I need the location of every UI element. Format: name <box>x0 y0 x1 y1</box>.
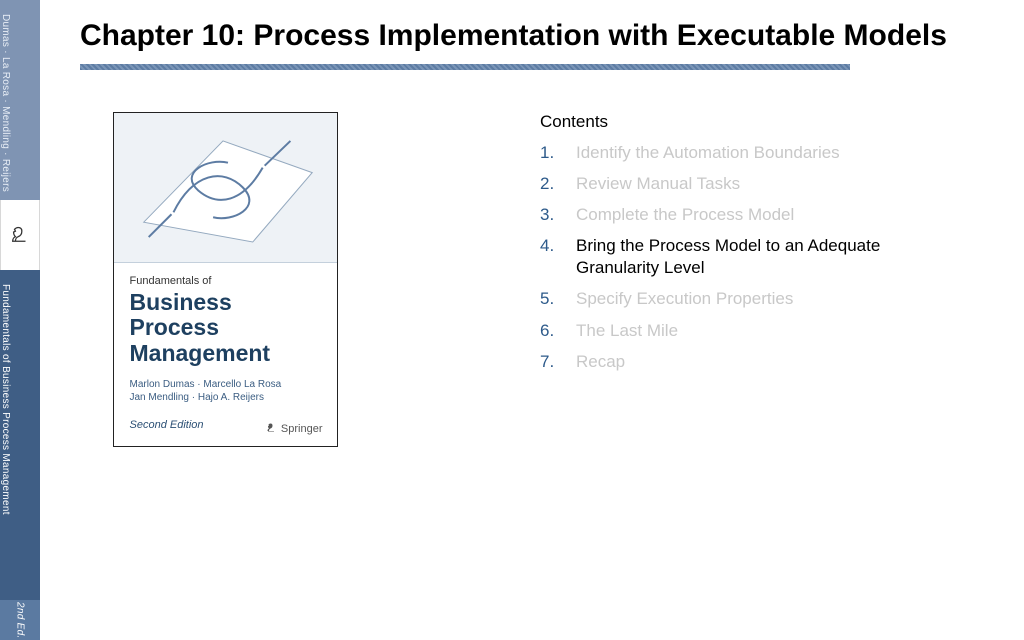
toc-item-label: The Last Mile <box>576 320 678 342</box>
toc-item-number: 5. <box>540 288 558 310</box>
cover-supertitle: Fundamentals of <box>130 275 321 287</box>
spine-title: Fundamentals of Business Process Managem… <box>0 284 11 515</box>
spine-edition-segment: 2nd Ed. <box>0 600 40 640</box>
cover-column: Fundamentals of Business Process Managem… <box>80 112 370 447</box>
publisher-label: Springer <box>281 423 323 435</box>
toc-item: 2. Review Manual Tasks <box>540 173 984 195</box>
toc-item-number: 2. <box>540 173 558 195</box>
knight-icon <box>9 222 31 249</box>
spine-title-segment: Fundamentals of Business Process Managem… <box>0 270 40 600</box>
toc-item-number: 6. <box>540 320 558 342</box>
cover-art <box>114 113 337 263</box>
title-underline <box>80 64 850 70</box>
slide-page: Dumas · La Rosa · Mendling · Reijers Fun… <box>0 0 1024 640</box>
toc-item-label: Bring the Process Model to an Adequate G… <box>576 235 936 279</box>
toc-item-label: Specify Execution Properties <box>576 288 793 310</box>
toc-item: 7. Recap <box>540 351 984 373</box>
toc-item-number: 7. <box>540 351 558 373</box>
book-cover: Fundamentals of Business Process Managem… <box>113 112 338 447</box>
toc-item: 6. The Last Mile <box>540 320 984 342</box>
toc-item: 4. Bring the Process Model to an Adequate… <box>540 235 984 279</box>
cover-title: Business Process Management <box>130 290 321 366</box>
page-title: Chapter 10: Process Implementation with … <box>80 18 984 54</box>
toc-item-number: 3. <box>540 204 558 226</box>
toc-item: 3. Complete the Process Model <box>540 204 984 226</box>
spine-authors: Dumas · La Rosa · Mendling · Reijers <box>0 14 11 192</box>
toc-item: 1. Identify the Automation Boundaries <box>540 142 984 164</box>
toc-item-number: 1. <box>540 142 558 164</box>
book-spine: Dumas · La Rosa · Mendling · Reijers Fun… <box>0 0 40 640</box>
contents-list: 1. Identify the Automation Boundaries 2. Re… <box>540 142 984 373</box>
cover-authors-line1: Marlon Dumas · Marcello La Rosa <box>130 378 321 392</box>
spine-edition: 2nd Ed. <box>15 602 26 639</box>
contents-column: Contents 1. Identify the Automation Bound… <box>370 112 984 447</box>
toc-item-label: Recap <box>576 351 625 373</box>
slide-body: Chapter 10: Process Implementation with … <box>60 0 1024 640</box>
springer-horse-icon <box>265 421 277 436</box>
toc-item-label: Identify the Automation Boundaries <box>576 142 840 164</box>
contents-heading: Contents <box>540 112 984 132</box>
toc-item-label: Complete the Process Model <box>576 204 794 226</box>
drawing-hands-icon <box>114 113 337 262</box>
spine-authors-segment: Dumas · La Rosa · Mendling · Reijers <box>0 0 40 200</box>
toc-item: 5. Specify Execution Properties <box>540 288 984 310</box>
cover-publisher: Springer <box>265 421 323 436</box>
toc-item-label: Review Manual Tasks <box>576 173 740 195</box>
toc-item-number: 4. <box>540 235 558 279</box>
spine-logo-segment <box>0 200 40 270</box>
cover-authors-line2: Jan Mendling · Hajo A. Reijers <box>130 391 321 405</box>
